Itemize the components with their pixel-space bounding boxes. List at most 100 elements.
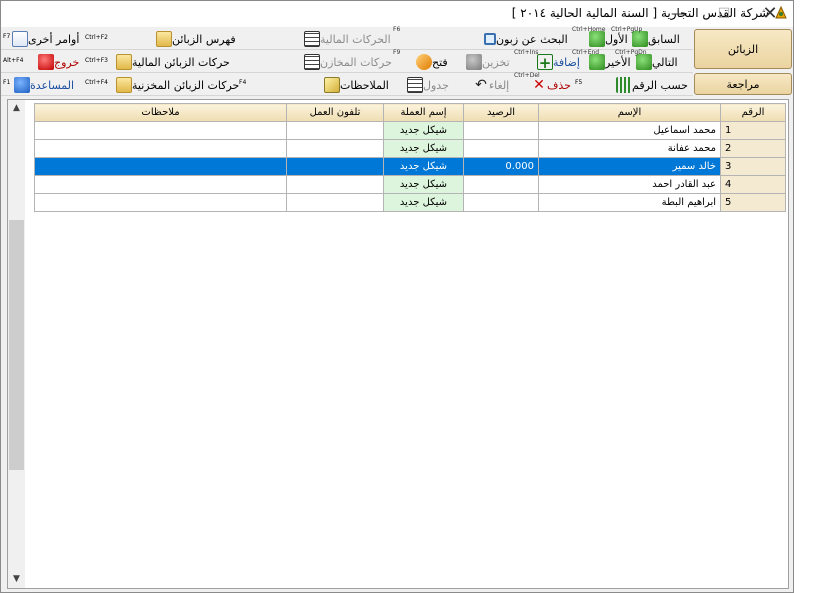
toolbar: السابق Ctrl+PgUp الأول Ctrl+Home البحث ع… — [1, 26, 793, 97]
cell-currency[interactable]: شيكل جديد — [383, 193, 464, 212]
scroll-thumb[interactable] — [9, 220, 24, 470]
cell-number[interactable]: 5 — [720, 193, 786, 212]
table-row-selected[interactable]: 3 خالد سمير 0.000 شيكل جديد — [34, 157, 786, 176]
notes-label: الملاحظات — [340, 78, 389, 92]
cell-notes[interactable] — [34, 193, 287, 212]
cell-number[interactable]: 2 — [720, 139, 786, 158]
minimize-button[interactable]: — — [655, 1, 701, 27]
save-button[interactable]: تخزين — [463, 53, 510, 71]
table-row[interactable]: 5 ابراهيم البطة شيكل جديد — [34, 193, 786, 212]
double-up-green-icon — [589, 31, 605, 47]
table-header-row: الرقم الإسم الرصيد إسم العملة تلفون العم… — [34, 103, 786, 122]
maximize-button[interactable]: ☐ — [701, 1, 747, 27]
save-icon — [466, 54, 482, 70]
arrow-down-green-icon — [636, 54, 652, 70]
cell-notes[interactable] — [34, 121, 287, 140]
help-label: المساعدة — [30, 78, 75, 92]
customer-index-label: فهرس الزبائن — [172, 32, 236, 46]
folder-icon — [116, 54, 132, 70]
cell-number[interactable]: 4 — [720, 175, 786, 194]
cell-work-phone[interactable] — [286, 193, 384, 212]
grid-icon — [304, 54, 320, 70]
title-bar: شركة القدس التجارية [ السنة المالية الحا… — [1, 1, 793, 27]
table-row[interactable]: 2 محمد عفانة شيكل جديد — [34, 139, 786, 158]
notes-button[interactable]: الملاحظات — [321, 76, 389, 94]
last-label: الأخير — [605, 55, 631, 69]
cell-currency[interactable]: شيكل جديد — [383, 139, 464, 158]
last-button[interactable]: الأخير Ctrl+End — [572, 49, 631, 71]
cell-name[interactable]: خالد سمير — [538, 157, 721, 176]
cell-number[interactable]: 1 — [720, 121, 786, 140]
cell-notes[interactable] — [34, 157, 287, 176]
other-commands-button[interactable]: أوامر أخرى — [9, 30, 79, 48]
cell-notes[interactable] — [34, 175, 287, 194]
first-button[interactable]: الأول Ctrl+Home — [572, 26, 628, 48]
customers-grid: ▲ ▼ الرقم الإسم الرصيد إسم العملة تلفون … — [7, 99, 789, 589]
cell-work-phone[interactable] — [286, 139, 384, 158]
cancel-button[interactable]: ↶ إلغاء — [470, 76, 509, 94]
cell-work-phone[interactable] — [286, 157, 384, 176]
toolbar-row-1: السابق Ctrl+PgUp الأول Ctrl+Home البحث ع… — [1, 26, 693, 50]
undo-icon: ↶ — [475, 77, 487, 93]
column-header-name[interactable]: الإسم — [538, 103, 721, 122]
help-ctrl-shortcut: Ctrl+F4 — [85, 78, 108, 86]
table-button[interactable]: جدول — [404, 76, 449, 94]
add-button[interactable]: + إضافة Ctrl+Ins — [514, 49, 580, 71]
cell-currency[interactable]: شيكل جديد — [383, 157, 464, 176]
customer-financial-movements-label: حركات الزبائن المالية — [132, 55, 230, 69]
review-button[interactable]: مراجعة — [694, 73, 792, 95]
vertical-scrollbar[interactable]: ▲ ▼ — [8, 100, 25, 588]
cell-balance[interactable] — [463, 139, 539, 158]
scroll-down-icon[interactable]: ▼ — [8, 571, 25, 588]
previous-button[interactable]: السابق Ctrl+PgUp — [611, 26, 680, 48]
customer-index-button[interactable]: فهرس الزبائن — [153, 30, 236, 48]
cancel-label: إلغاء — [489, 78, 510, 92]
cell-currency[interactable]: شيكل جديد — [383, 175, 464, 194]
financial-movements-label: الحركات المالية — [320, 32, 391, 46]
cell-balance[interactable] — [463, 175, 539, 194]
cell-number[interactable]: 3 — [720, 157, 786, 176]
open-icon — [416, 54, 432, 70]
close-button[interactable]: ✕ — [747, 1, 793, 27]
customer-stock-movements-label: حركات الزبائن المخزنية — [132, 78, 240, 92]
warehouse-movements-button[interactable]: حركات المخازن F9 — [301, 49, 400, 71]
cell-balance[interactable] — [463, 121, 539, 140]
cell-balance[interactable]: 0.000 — [463, 157, 539, 176]
column-header-balance[interactable]: الرصيد — [463, 103, 539, 122]
other-commands-shortcut: F7 — [3, 32, 11, 40]
cell-name[interactable]: عبد القادر احمد — [538, 175, 721, 194]
exit-label: خروج — [54, 55, 80, 69]
exit-button[interactable]: خروج — [35, 53, 79, 71]
table-row[interactable]: 4 عبد القادر احمد شيكل جديد — [34, 175, 786, 194]
cell-currency[interactable]: شيكل جديد — [383, 121, 464, 140]
toolbar-row-2: التالي Ctrl+PgDn الأخير Ctrl+End + إضافة… — [1, 49, 693, 73]
cell-notes[interactable] — [34, 139, 287, 158]
cell-work-phone[interactable] — [286, 121, 384, 140]
cell-name[interactable]: ابراهيم البطة — [538, 193, 721, 212]
search-icon — [484, 33, 496, 45]
delete-shortcut: Ctrl+Del — [514, 72, 540, 79]
table-row[interactable]: 1 محمد اسماعيل شيكل جديد — [34, 121, 786, 140]
cell-work-phone[interactable] — [286, 175, 384, 194]
column-header-work-phone[interactable]: تلفون العمل — [286, 103, 384, 122]
cell-balance[interactable] — [463, 193, 539, 212]
cell-name[interactable]: محمد عفانة — [538, 139, 721, 158]
column-header-notes[interactable]: ملاحظات — [34, 103, 287, 122]
search-customer-button[interactable]: البحث عن زبون — [481, 30, 568, 48]
sort-by-number-button[interactable]: حسب الرقم — [613, 76, 688, 94]
delete-button[interactable]: ✕ حذف Ctrl+Del — [514, 72, 571, 94]
column-header-number[interactable]: الرقم — [720, 103, 786, 122]
customer-stock-movements-button[interactable]: حركات الزبائن المخزنية — [113, 76, 239, 94]
cell-name[interactable]: محمد اسماعيل — [538, 121, 721, 140]
scroll-up-icon[interactable]: ▲ — [8, 100, 25, 117]
open-label: فتح — [432, 55, 448, 69]
table-label: جدول — [423, 78, 449, 92]
open-button[interactable]: فتح — [413, 53, 448, 71]
next-button[interactable]: التالي Ctrl+PgDn — [615, 49, 678, 71]
exit-icon — [38, 54, 54, 70]
help-button[interactable]: المساعدة — [11, 76, 74, 94]
column-header-currency[interactable]: إسم العملة — [383, 103, 464, 122]
customer-financial-movements-button[interactable]: حركات الزبائن المالية — [113, 53, 230, 71]
financial-movements-button[interactable]: الحركات المالية F6 — [301, 26, 400, 48]
customers-button[interactable]: الزبائن — [694, 29, 792, 69]
